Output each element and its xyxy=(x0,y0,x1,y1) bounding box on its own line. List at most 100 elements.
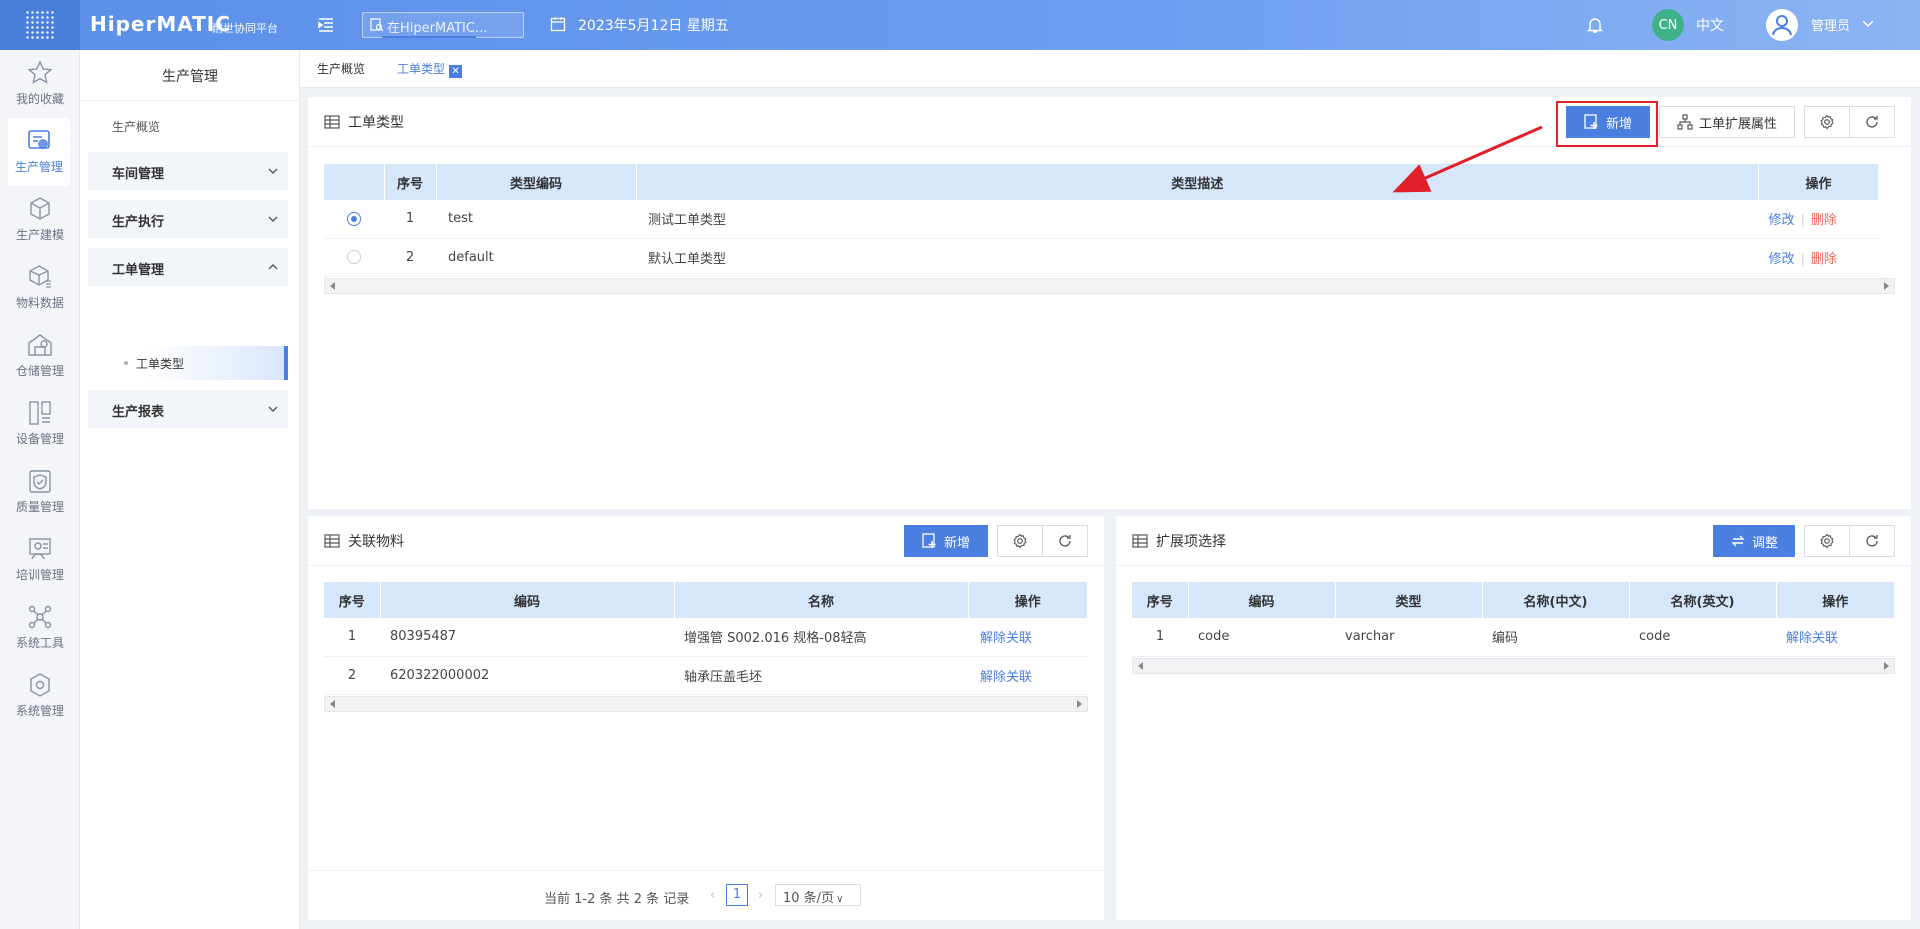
add-material-button[interactable]: 新增 xyxy=(904,525,988,557)
panel-header: 工单类型 新增 工单扩展属性 xyxy=(308,97,1911,147)
module-nav: 我的收藏 生产管理 生产建模 物料数据 仓储管理 设备管理 质量管理 培训管理 … xyxy=(0,50,80,929)
group-label: 工单管理 xyxy=(112,263,165,278)
table-row[interactable]: 2 default 默认工单类型 修改 | 删除 xyxy=(324,238,1879,277)
swap-icon xyxy=(1731,535,1745,547)
col-no: 序号 xyxy=(384,164,437,200)
tab-overview[interactable]: 生产概览 xyxy=(317,60,365,77)
nav-production[interactable]: 生产管理 xyxy=(8,118,70,186)
submenu-item-workorder-type[interactable]: 工单类型 xyxy=(88,346,288,380)
hierarchy-icon xyxy=(1677,114,1693,130)
refresh-button[interactable] xyxy=(1042,525,1088,557)
table-icon xyxy=(324,115,340,129)
group-label: 生产执行 xyxy=(112,215,165,230)
submenu-group-reports[interactable]: 生产报表 xyxy=(88,390,288,428)
horizontal-scrollbar[interactable] xyxy=(324,278,1895,294)
settings-button[interactable] xyxy=(1804,106,1850,138)
prev-page-icon[interactable]: ‹ xyxy=(710,888,715,903)
refresh-button[interactable] xyxy=(1849,106,1895,138)
brand-subtitle: 耐世协同平台 xyxy=(212,22,278,35)
col-actions: 操作 xyxy=(1758,164,1879,200)
avatar[interactable] xyxy=(1766,9,1798,41)
language-badge[interactable]: CN xyxy=(1652,9,1684,41)
edit-link[interactable]: 修改 xyxy=(1769,252,1795,267)
submenu-group-execution[interactable]: 生产执行 xyxy=(88,200,288,238)
page-size-select[interactable]: 10 条/页 ∨ xyxy=(775,884,861,906)
bell-icon[interactable] xyxy=(1586,16,1604,34)
refresh-button[interactable] xyxy=(1849,525,1895,557)
submenu: 生产管理 生产概览 车间管理 生产执行 工单管理 工单类型 生产报表 xyxy=(80,50,300,929)
language-label[interactable]: 中文 xyxy=(1696,15,1724,35)
tab-workorder-type[interactable]: 工单类型 ✕ xyxy=(397,60,463,78)
divider xyxy=(80,100,300,101)
unlink-link[interactable]: 解除关联 xyxy=(980,670,1032,685)
nav-label: 我的收藏 xyxy=(15,92,64,106)
nav-system[interactable]: 系统管理 xyxy=(0,662,80,730)
extension-attributes-button[interactable]: 工单扩展属性 xyxy=(1659,106,1795,138)
nav-favorites[interactable]: 我的收藏 xyxy=(0,50,80,118)
delete-link[interactable]: 删除 xyxy=(1811,213,1837,228)
search-placeholder: 在HiperMATIC... xyxy=(387,21,488,36)
nav-warehouse[interactable]: 仓储管理 xyxy=(0,322,80,390)
chevron-down-icon xyxy=(268,216,278,222)
table-row[interactable]: 1 test 测试工单类型 修改 | 删除 xyxy=(324,200,1879,239)
unlink-link[interactable]: 解除关联 xyxy=(1786,631,1838,646)
col-select xyxy=(324,164,385,200)
settings-button[interactable] xyxy=(1804,525,1850,557)
panel-title: 扩展项选择 xyxy=(1156,534,1226,550)
table-row[interactable]: 2 620322000002 轴承压盖毛坯 解除关联 xyxy=(324,656,1088,695)
divider: | xyxy=(1800,251,1805,267)
cell-code: code xyxy=(1188,618,1335,657)
chevron-down-icon xyxy=(268,406,278,412)
production-icon xyxy=(28,130,50,149)
nav-label: 培训管理 xyxy=(15,568,64,582)
nav-quality[interactable]: 质量管理 xyxy=(0,458,80,526)
app-launcher[interactable] xyxy=(0,0,80,50)
nav-training[interactable]: 培训管理 xyxy=(0,526,80,594)
submenu-group-workshop[interactable]: 车间管理 xyxy=(88,152,288,190)
horizontal-scrollbar[interactable] xyxy=(1132,658,1895,674)
horizontal-scrollbar[interactable] xyxy=(324,696,1088,712)
page-number[interactable]: 1 xyxy=(726,884,748,906)
username[interactable]: 管理员 xyxy=(1811,15,1850,34)
chevron-down-icon[interactable] xyxy=(1862,19,1874,29)
nav-material[interactable]: 物料数据 xyxy=(0,254,80,322)
settings-icon xyxy=(30,673,50,697)
submenu-group-workorder[interactable]: 工单管理 xyxy=(88,248,288,286)
pagination-summary: 当前 1-2 条 共 2 条 记录 xyxy=(544,892,690,907)
nav-equipment[interactable]: 设备管理 xyxy=(0,390,80,458)
nav-label: 物料数据 xyxy=(15,296,64,310)
cell-desc: 测试工单类型 xyxy=(636,200,1759,239)
extension-table: 序号 编码 类型 名称(中文) 名称(英文) 操作 1 code varchar… xyxy=(1132,582,1895,657)
workorder-type-table: 序号 类型编码 类型描述 操作 1 test 测试工单类型 修改 | 删除 2 de… xyxy=(324,164,1879,277)
unlink-link[interactable]: 解除关联 xyxy=(980,631,1032,646)
cell-no: 2 xyxy=(384,238,436,277)
row-radio[interactable] xyxy=(347,250,361,264)
cell-name-cn: 编码 xyxy=(1482,618,1629,657)
table-row[interactable]: 1 code varchar 编码 code 解除关联 xyxy=(1132,618,1895,657)
next-page-icon[interactable]: › xyxy=(758,888,763,903)
table-row[interactable]: 1 80395487 增强管 S002.016 规格-08轻高 解除关联 xyxy=(324,618,1088,657)
settings-button[interactable] xyxy=(997,525,1043,557)
edit-link[interactable]: 修改 xyxy=(1769,213,1795,228)
cell-code: 80395487 xyxy=(380,618,674,657)
cell-no: 1 xyxy=(324,618,380,657)
cube-icon xyxy=(30,197,50,220)
menu-fold-icon[interactable] xyxy=(316,15,336,35)
delete-link[interactable]: 删除 xyxy=(1811,252,1837,267)
related-material-panel: 关联物料 新增 序号 编码 名称 操作 1 80395487 增强管 S002. xyxy=(308,516,1104,920)
row-radio[interactable] xyxy=(347,211,361,226)
group-label: 车间管理 xyxy=(112,167,165,182)
adjust-button[interactable]: 调整 xyxy=(1713,525,1795,557)
page-size-value: 10 条/页 xyxy=(783,891,835,906)
submenu-item-overview[interactable]: 生产概览 xyxy=(112,118,160,135)
nav-tools[interactable]: 系统工具 xyxy=(0,594,80,662)
nav-modeling[interactable]: 生产建模 xyxy=(0,186,80,254)
panel-title: 关联物料 xyxy=(348,534,404,550)
grid-dots-icon xyxy=(25,10,55,40)
cell-name-en: code xyxy=(1629,618,1776,657)
cell-no: 1 xyxy=(1132,618,1188,657)
global-search-input[interactable]: 在HiperMATIC... xyxy=(362,12,524,38)
table-header-row: 序号 编码 名称 操作 xyxy=(324,582,1088,618)
nav-label: 系统管理 xyxy=(15,704,64,718)
close-icon[interactable]: ✕ xyxy=(449,65,463,78)
